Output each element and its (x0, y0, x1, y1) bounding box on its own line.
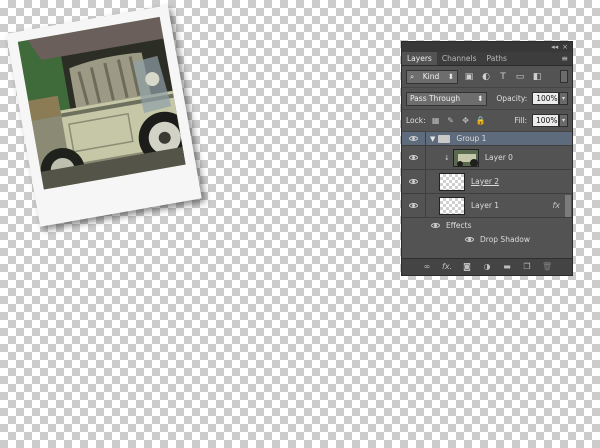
layer-row-layer-0[interactable]: ↓ Layer 0 (402, 146, 572, 170)
visibility-toggle[interactable] (402, 170, 426, 193)
layer-thumbnail (452, 148, 479, 167)
layer-name: Group 1 (456, 134, 487, 143)
filter-kind-label: Kind (422, 72, 440, 81)
effects-label: Effects (446, 220, 472, 230)
tab-layers[interactable]: Layers (402, 52, 437, 65)
link-icon[interactable]: ∞ (422, 262, 432, 272)
tab-channels[interactable]: Channels (437, 52, 482, 65)
filter-kind-select[interactable]: ⌕ Kind ⬍ (406, 69, 458, 84)
eye-icon (409, 203, 418, 208)
clipping-mask-icon: ↓ (444, 153, 450, 162)
visibility-toggle[interactable] (402, 194, 426, 217)
panel-topbar: ◂◂ × (402, 42, 572, 52)
search-icon: ⌕ (410, 71, 415, 81)
lock-image-pixels-icon[interactable]: ✎ (446, 116, 456, 126)
vintage-car-illustration (17, 16, 186, 190)
fill-input[interactable]: 100% (532, 114, 559, 127)
visibility-toggle[interactable] (402, 146, 426, 169)
blend-mode-select[interactable]: Pass Through ⬍ (406, 91, 488, 106)
lock-row: Lock: ▦ ✎ ✥ 🔒 Fill: 100% ▾ (402, 110, 572, 132)
blend-mode-value: Pass Through (410, 94, 461, 103)
drop-shadow-label: Drop Shadow (480, 234, 531, 244)
folder-icon[interactable]: ▬ (502, 262, 512, 272)
fill-label: Fill: (514, 116, 527, 125)
drop-shadow-row[interactable]: Drop Shadow (402, 232, 572, 246)
close-panel-icon[interactable]: × (562, 43, 568, 51)
eye-icon (409, 136, 418, 141)
fill-dropdown-icon[interactable]: ▾ (559, 114, 568, 127)
opacity-dropdown-icon[interactable]: ▾ (559, 92, 568, 105)
lock-label: Lock: (406, 116, 426, 125)
image-filter-icon[interactable]: ▣ (463, 71, 475, 83)
layer-name: Layer 0 (484, 153, 513, 162)
visibility-toggle[interactable] (402, 132, 426, 145)
trash-icon[interactable]: 🗑 (542, 262, 552, 272)
lock-all-icon[interactable]: 🔒 (476, 116, 486, 126)
blend-row: Pass Through ⬍ Opacity: 100% ▾ (402, 88, 572, 110)
shape-filter-icon[interactable]: ▭ (514, 71, 526, 83)
adjustment-filter-icon[interactable]: ◐ (480, 71, 492, 83)
eye-icon[interactable] (431, 222, 440, 228)
scrollbar-thumb[interactable] (565, 195, 571, 217)
polaroid-photo-frame (6, 5, 202, 227)
tab-paths[interactable]: Paths (482, 52, 512, 65)
layer-thumbnail (439, 196, 465, 215)
smart-object-filter-icon[interactable]: ◧ (531, 71, 543, 83)
select-arrows-icon: ⬍ (477, 94, 484, 103)
opacity-label: Opacity: (496, 94, 528, 103)
lock-transparent-pixels-icon[interactable]: ▦ (431, 116, 441, 126)
layers-list: ▼ Group 1 ↓ Layer 0 Layer 2 Layer 1 fx E… (402, 132, 572, 272)
mask-icon[interactable]: ◙ (462, 262, 472, 272)
folder-icon (438, 134, 451, 143)
vintage-car-photo (17, 16, 186, 190)
expand-arrow-icon[interactable]: ▼ (430, 135, 435, 143)
layer-name: Layer 2 (471, 177, 500, 186)
new-layer-icon[interactable]: ❐ (522, 262, 532, 272)
fx-icon[interactable]: fx (552, 201, 560, 210)
layer-thumbnail (439, 172, 465, 191)
layer-name: Layer 1 (471, 201, 500, 210)
opacity-input[interactable]: 100% (532, 92, 560, 105)
layer-row-group-1[interactable]: ▼ Group 1 (402, 132, 572, 146)
adjustment-icon[interactable]: ◑ (482, 262, 492, 272)
fx-icon[interactable]: fx. (442, 262, 452, 272)
eye-icon (409, 179, 418, 184)
collapse-panel-icon[interactable]: ◂◂ (551, 43, 558, 51)
lock-position-icon[interactable]: ✥ (461, 116, 471, 126)
layers-panel: ◂◂ × Layers Channels Paths ≡ ⌕ Kind ⬍ ▣ … (401, 41, 573, 276)
eye-icon[interactable] (465, 236, 474, 242)
effects-row[interactable]: Effects (402, 218, 572, 232)
panel-menu-icon[interactable]: ≡ (561, 52, 572, 65)
panel-bottom-toolbar: ∞ fx. ◙ ◑ ▬ ❐ 🗑 (402, 258, 572, 275)
layer-row-layer-2[interactable]: Layer 2 (402, 170, 572, 194)
layer-row-layer-1[interactable]: Layer 1 fx (402, 194, 572, 218)
car-thumbnail-image (453, 149, 478, 166)
filter-toggle-switch[interactable] (560, 70, 568, 83)
panel-tabs: Layers Channels Paths ≡ (402, 52, 572, 66)
eye-icon (409, 155, 418, 160)
type-filter-icon[interactable]: T (497, 71, 509, 83)
select-arrows-icon: ⬍ (447, 72, 454, 81)
layer-filter-row: ⌕ Kind ⬍ ▣ ◐ T ▭ ◧ (402, 66, 572, 88)
